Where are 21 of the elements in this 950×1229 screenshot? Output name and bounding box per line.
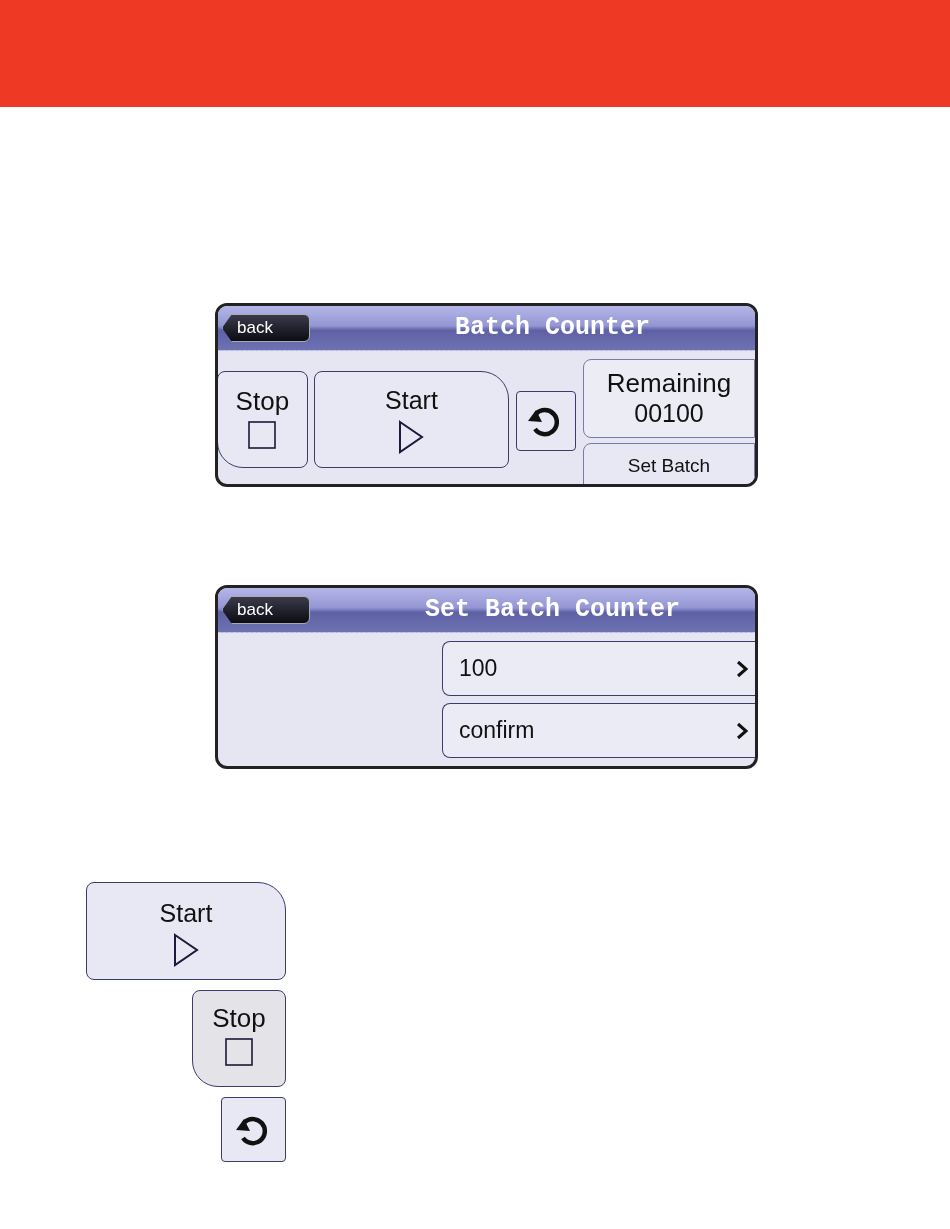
remaining-count: 00100	[634, 399, 704, 428]
set-batch-button[interactable]: Set Batch	[583, 443, 755, 484]
screen-title: Set Batch Counter	[423, 594, 681, 627]
reset-button[interactable]	[516, 391, 576, 451]
stop-button[interactable]: Stop	[218, 371, 308, 468]
back-button[interactable]: back	[222, 314, 310, 342]
stop-icon	[225, 1038, 253, 1066]
stop-button[interactable]: Stop	[192, 990, 286, 1087]
remaining-label: Remaining	[606, 369, 732, 400]
start-button[interactable]: Start	[313, 371, 510, 468]
menu-row[interactable]: 100	[442, 641, 755, 696]
start-button[interactable]: Start	[86, 882, 286, 980]
menu-row[interactable]: confirm	[442, 703, 755, 758]
reset-button[interactable]	[221, 1097, 286, 1162]
play-icon	[173, 932, 199, 967]
stop-icon	[248, 421, 277, 449]
chevron-icon	[736, 659, 748, 678]
play-icon	[398, 419, 425, 454]
chevron-icon	[736, 721, 748, 740]
screen-title: Batch Counter	[453, 312, 651, 345]
back-button[interactable]: back	[222, 596, 310, 624]
